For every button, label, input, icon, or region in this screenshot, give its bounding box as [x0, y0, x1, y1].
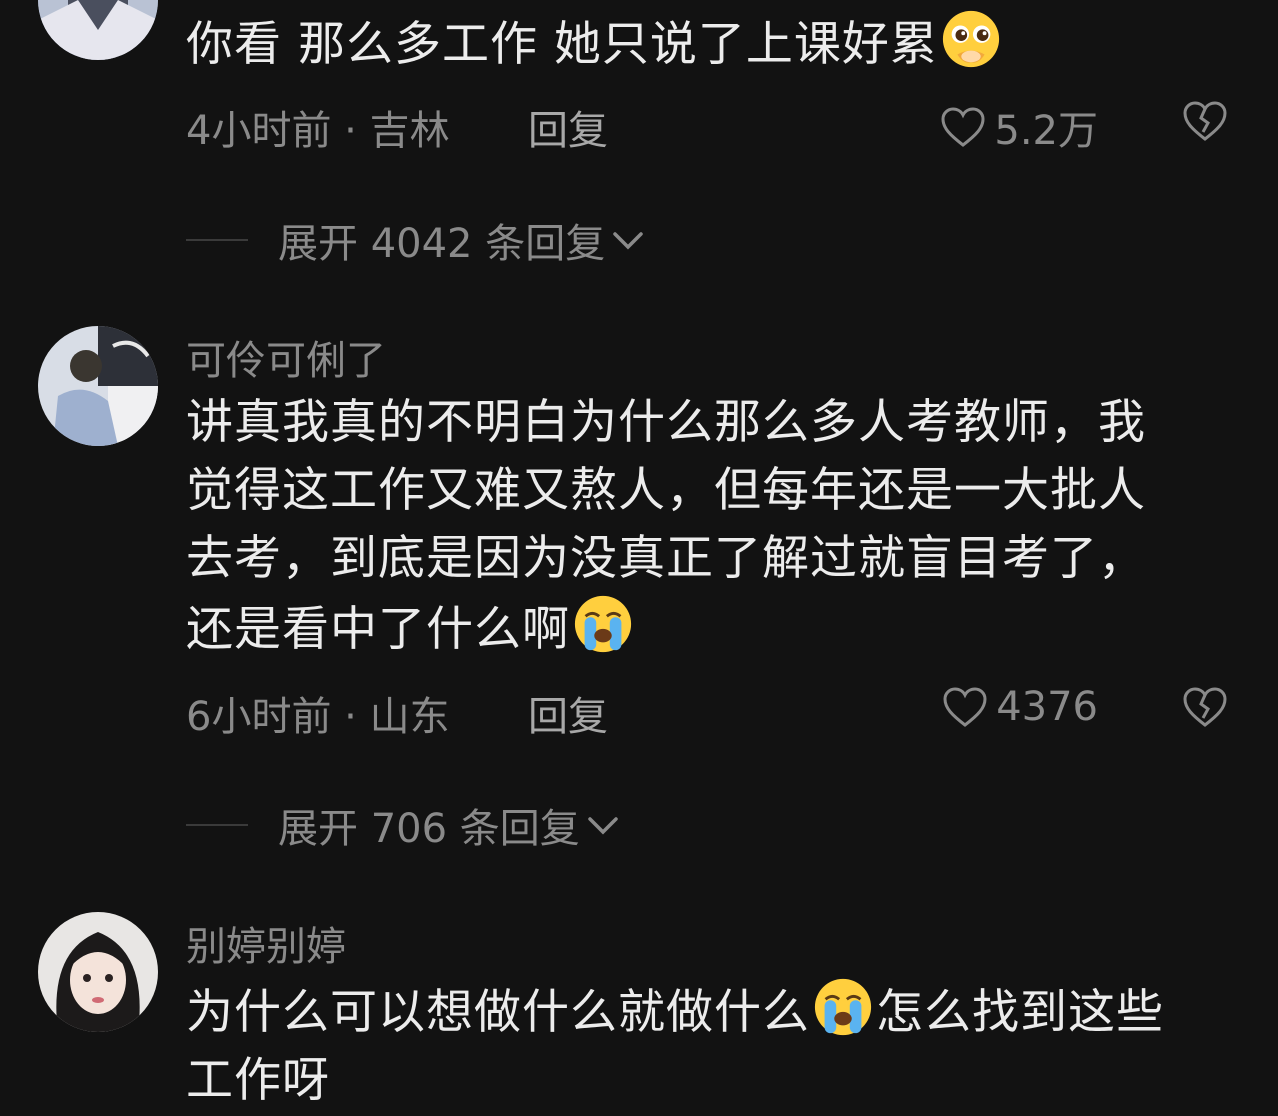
username[interactable]: 别婷别婷 [186, 914, 346, 972]
broken-heart-icon[interactable] [1182, 686, 1228, 728]
comment-text-line: 工作呀 [186, 1053, 330, 1108]
loudly-crying-face-emoji [574, 595, 632, 653]
heart-outline-icon [941, 107, 985, 147]
chevron-down-icon [613, 232, 643, 250]
comment-text-line: 怎么找到这些 [876, 985, 1164, 1040]
comment-text-line: 觉得这工作又难又熬人，但每年还是一大批人 [186, 463, 1146, 518]
broken-heart-icon[interactable] [1182, 100, 1228, 142]
comment-text: 为什么可以想做什么就做什么 怎么找到这些 工作呀 [186, 976, 1226, 1115]
reply-button[interactable]: 回复 [528, 98, 608, 156]
username[interactable]: 可伶可俐了 [186, 328, 386, 386]
expand-replies-label: 展开 706 条回复 [278, 806, 580, 852]
divider [186, 239, 248, 241]
chevron-down-icon [588, 817, 618, 835]
comment-text-line: 讲真我真的不明白为什么那么多人考教师，我 [186, 395, 1146, 450]
comment-text-line: 为什么可以想做什么就做什么 [186, 985, 810, 1040]
reply-button[interactable]: 回复 [528, 684, 608, 742]
expand-replies-button[interactable]: 展开 4042 条回复 [186, 215, 645, 267]
comment-time-location: 4小时前 · 吉林 [186, 108, 450, 154]
like-count: 4376 [996, 684, 1098, 730]
avatar-image [38, 912, 158, 1032]
avatar-image [38, 0, 158, 60]
expand-replies-button[interactable]: 展开 706 条回复 [186, 800, 620, 852]
avatar-image [38, 326, 158, 446]
comment-text-line: 去考，到底是因为没真正了解过就盲目考了， [186, 531, 1146, 586]
like-count: 5.2万 [994, 108, 1098, 154]
comment-text-line: 你看 那么多工作 她只说了上课好累 [186, 17, 938, 72]
like-button[interactable]: 4376 [942, 684, 1098, 730]
comment-list: 你看 那么多工作 她只说了上课好累 4小时前 · 吉林 回复 5.2万 展开 4… [0, 0, 1278, 1116]
comment-text-line: 还是看中了什么啊 [186, 602, 570, 657]
expand-replies-label: 展开 4042 条回复 [278, 221, 606, 267]
heart-outline-icon [943, 687, 987, 727]
avatar[interactable] [38, 326, 158, 446]
avatar[interactable] [38, 0, 158, 60]
avatar[interactable] [38, 912, 158, 1032]
comment-meta: 4小时前 · 吉林 回复 5.2万 [186, 98, 1228, 158]
comment-time-location: 6小时前 · 山东 [186, 694, 450, 740]
pleading-face-emoji [942, 10, 999, 68]
comment-text: 讲真我真的不明白为什么那么多人考教师，我 觉得这工作又难又熬人，但每年还是一大批… [186, 389, 1226, 664]
comment-text: 你看 那么多工作 她只说了上课好累 [186, 8, 1226, 79]
loudly-crying-face-emoji [814, 978, 872, 1036]
comment-meta: 6小时前 · 山东 回复 4376 [186, 684, 1228, 744]
like-button[interactable]: 5.2万 [940, 98, 1098, 156]
divider [186, 824, 248, 826]
